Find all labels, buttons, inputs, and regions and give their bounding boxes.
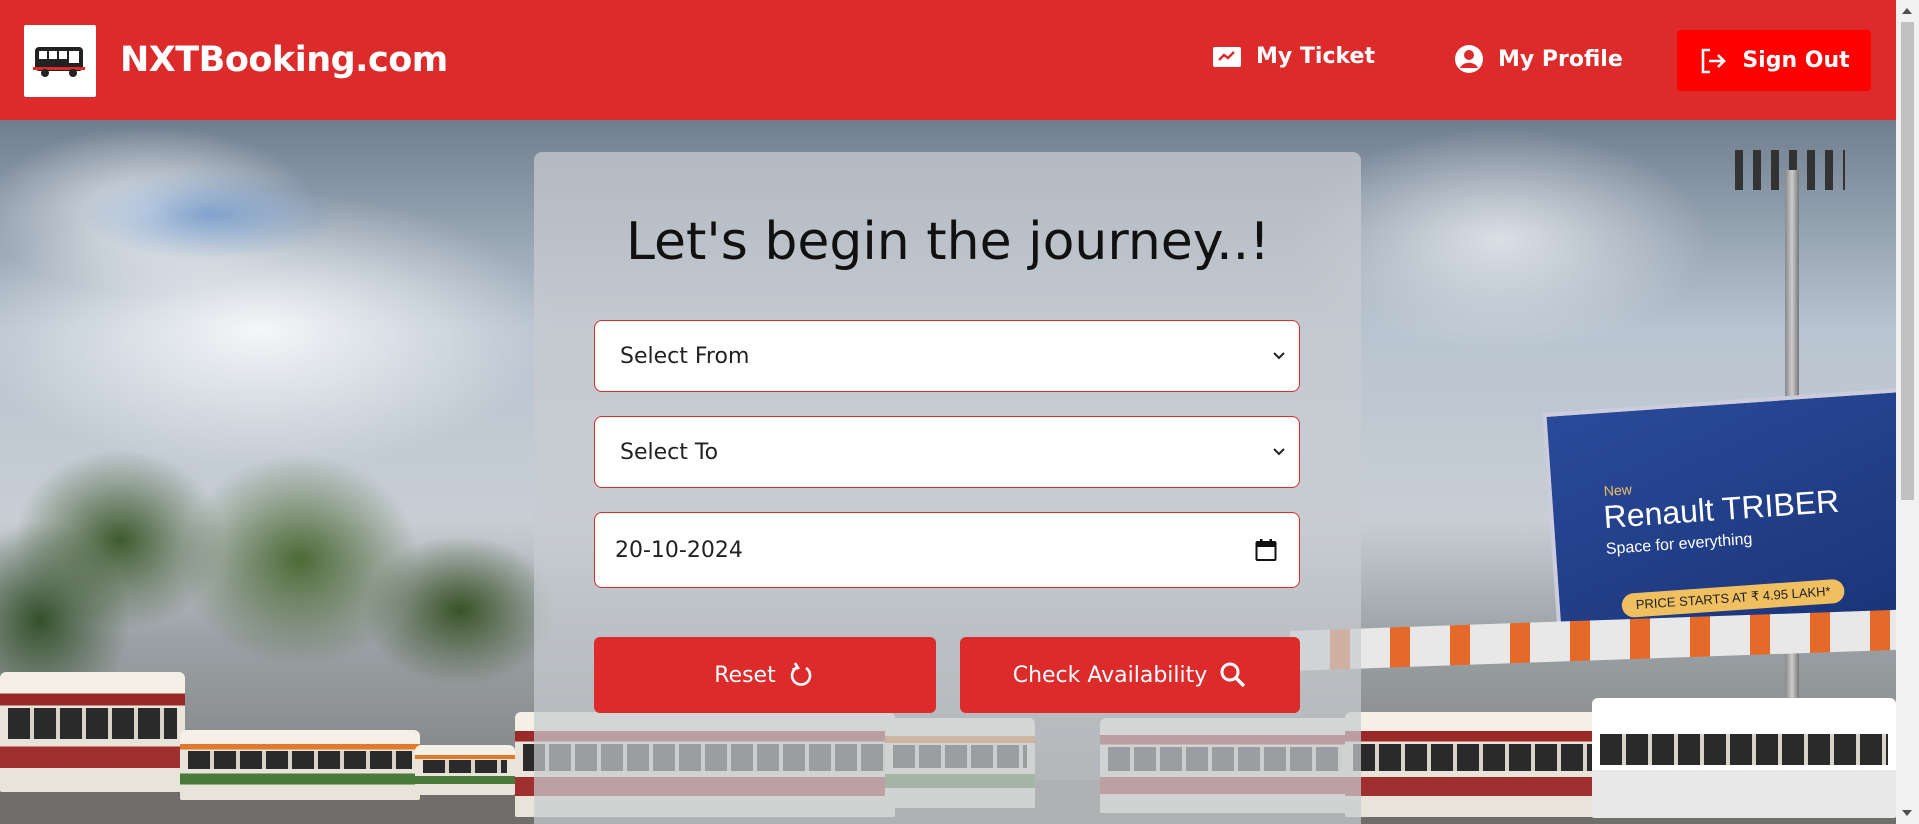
bus [415, 745, 515, 795]
user-circle-icon [1454, 44, 1484, 74]
journey-date-input[interactable]: 20-10-2024 [594, 512, 1300, 588]
scroll-up-icon[interactable] [1902, 8, 1912, 14]
bus [0, 672, 185, 792]
page: New Renault TRIBER Space for everything … [0, 0, 1919, 824]
logout-icon [1698, 46, 1728, 76]
my-profile-link[interactable]: My Profile [1454, 44, 1623, 74]
billboard-text: Renault TRIBER [1602, 482, 1841, 536]
bus [180, 730, 420, 800]
sign-out-button[interactable]: Sign Out [1677, 30, 1871, 91]
ticket-icon [1212, 45, 1242, 69]
sign-out-label: Sign Out [1742, 48, 1850, 73]
page-title: Let's begin the journey..! [625, 212, 1271, 272]
check-availability-label: Check Availability [1012, 662, 1208, 688]
reset-label: Reset [714, 662, 776, 688]
my-ticket-link[interactable]: My Ticket [1212, 44, 1375, 69]
chevron-down-icon [1271, 348, 1287, 364]
scroll-down-icon[interactable] [1902, 810, 1912, 816]
check-availability-button[interactable]: Check Availability [960, 637, 1300, 713]
chevron-down-icon [1271, 444, 1287, 460]
my-profile-label: My Profile [1498, 46, 1623, 72]
bus-icon [33, 47, 85, 77]
reset-button[interactable]: Reset [594, 637, 936, 713]
top-navbar: NXTBooking.com My Ticket My Profile Sign… [0, 0, 1896, 120]
brand-title[interactable]: NXTBooking.com [120, 40, 448, 80]
billboard-text: Space for everything [1605, 530, 1753, 559]
my-ticket-label: My Ticket [1256, 44, 1375, 69]
bus [1592, 698, 1896, 818]
vertical-scrollbar[interactable] [1896, 0, 1919, 824]
journey-date-value: 20-10-2024 [615, 537, 743, 563]
calendar-icon[interactable] [1255, 538, 1277, 562]
scrollbar-thumb[interactable] [1901, 22, 1914, 500]
from-select[interactable]: Select From [594, 320, 1300, 392]
to-select-value: Select To [620, 439, 719, 465]
billboard: New Renault TRIBER Space for everything … [1542, 387, 1919, 648]
refresh-icon [788, 661, 816, 689]
logo[interactable] [24, 25, 96, 97]
bus [1345, 712, 1605, 817]
search-icon [1219, 661, 1247, 689]
from-select-value: Select From [620, 343, 750, 369]
to-select[interactable]: Select To [594, 416, 1300, 488]
